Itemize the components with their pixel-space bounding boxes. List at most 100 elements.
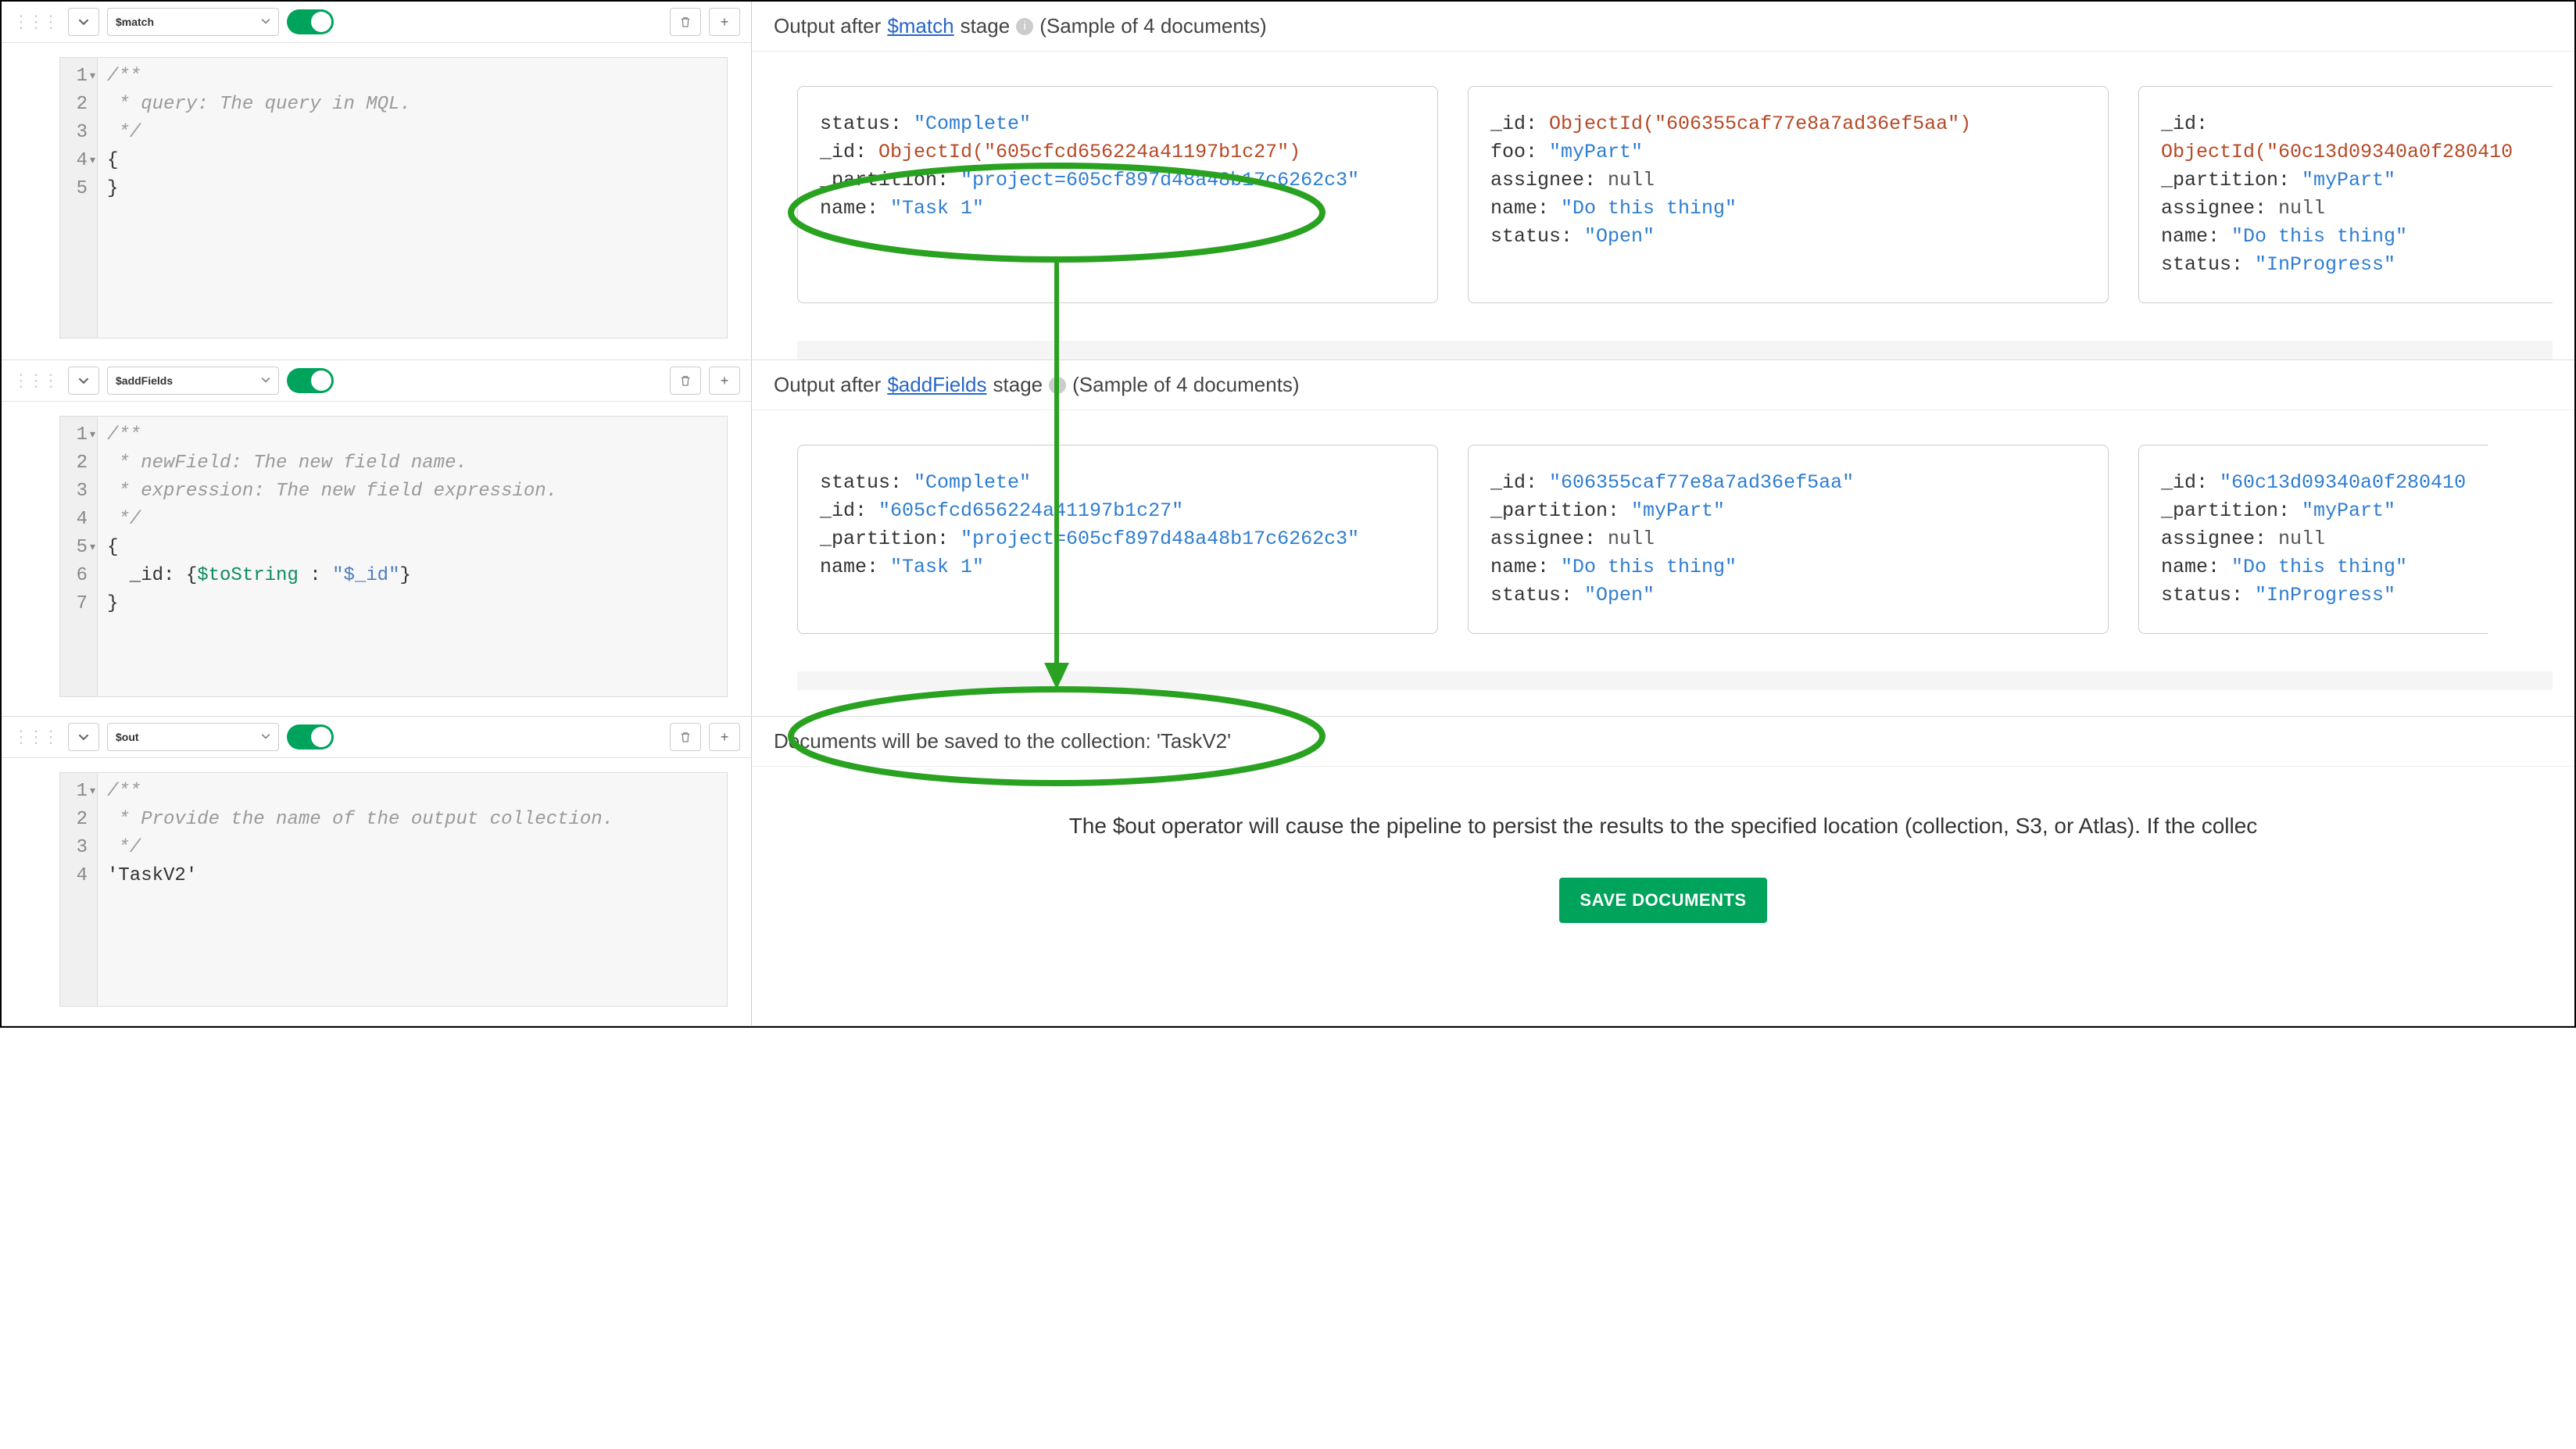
field-value: "project=605cf897d48a48b17c6262c3" — [961, 169, 1359, 191]
field-value: "myPart" — [2302, 499, 2395, 522]
field-value: ObjectId("606355caf77e8a7ad36ef5aa") — [1549, 113, 1971, 135]
field-value: "605cfcd656224a41197b1c27" — [878, 499, 1183, 522]
document-card: _id: ObjectId("606355caf77e8a7ad36ef5aa"… — [1468, 86, 2109, 303]
field-key: _partition: — [2161, 169, 2302, 191]
field-key: name: — [2161, 225, 2231, 248]
field-value: "Complete" — [914, 113, 1031, 135]
stage-select-label: $out — [116, 731, 139, 743]
pipeline-stage: ⋮⋮⋮ $out +1234/** * Provide the name of th… — [2, 717, 2574, 1026]
code-editor[interactable]: 1234/** * Provide the name of the output… — [59, 772, 728, 1007]
caret-down-icon — [261, 374, 270, 387]
field-value: ObjectId("60c13d09340a0f280410 — [2161, 141, 2513, 163]
field-key: name: — [1490, 197, 1561, 220]
info-icon[interactable]: i — [1049, 377, 1066, 394]
line-gutter: 1234567 — [60, 417, 98, 696]
field-key: assignee: — [1490, 169, 1608, 191]
stage-right-panel: Documents will be saved to the collectio… — [752, 717, 2574, 1025]
stage-left-panel: ⋮⋮⋮ $addFields +1234567/** * newField: The… — [2, 360, 752, 716]
field-key: name: — [2161, 556, 2231, 578]
document-card: _id: "606355caf77e8a7ad36ef5aa" _partitio… — [1468, 445, 2109, 634]
code-body[interactable]: /** * newField: The new field name. * ex… — [98, 417, 727, 696]
sample-count: (Sample of 4 documents) — [1039, 14, 1266, 38]
field-value: "Open" — [1584, 584, 1655, 606]
output-header: Documents will be saved to the collectio… — [752, 717, 2574, 767]
field-key: name: — [1490, 556, 1561, 578]
code-body[interactable]: /** * Provide the name of the output col… — [98, 773, 727, 1006]
collapse-button[interactable] — [68, 367, 99, 395]
field-key: assignee: — [1490, 528, 1608, 550]
code-body[interactable]: /** * query: The query in MQL. */{} — [98, 58, 727, 338]
info-icon[interactable]: i — [1016, 18, 1033, 35]
field-key: status: — [820, 471, 914, 494]
caret-down-icon — [261, 731, 270, 743]
delete-stage-button[interactable] — [670, 367, 701, 395]
stage-select[interactable]: $addFields — [107, 367, 279, 395]
field-value: null — [2278, 528, 2325, 550]
field-value: null — [2278, 197, 2325, 220]
stage-select[interactable]: $out — [107, 723, 279, 751]
pipeline-stage: ⋮⋮⋮ $addFields +1234567/** * newField: The… — [2, 360, 2574, 717]
field-value: "myPart" — [2302, 169, 2395, 191]
stage-select[interactable]: $match — [107, 8, 279, 36]
code-editor[interactable]: 12345/** * query: The query in MQL. */{} — [59, 57, 728, 338]
field-key: assignee: — [2161, 528, 2278, 550]
document-cards-row: status: "Complete"_id: "605cfcd656224a41… — [752, 410, 2574, 671]
field-value: null — [1608, 528, 1655, 550]
add-stage-button[interactable]: + — [709, 8, 740, 36]
field-value: null — [1608, 169, 1655, 191]
collapse-button[interactable] — [68, 8, 99, 36]
field-value: "60c13d09340a0f280410 — [2220, 471, 2466, 494]
line-gutter: 12345 — [60, 58, 98, 338]
stage-select-label: $match — [116, 16, 154, 28]
field-key: _id: — [820, 499, 878, 522]
field-key: _id: — [1490, 113, 1549, 135]
add-stage-button[interactable]: + — [709, 367, 740, 395]
field-value: "Open" — [1584, 225, 1655, 248]
document-card: _id: "60c13d09340a0f280410 _partition: "m… — [2138, 445, 2488, 634]
save-documents-button[interactable]: SAVE DOCUMENTS — [1559, 878, 1766, 923]
field-value: "Task 1" — [890, 197, 984, 220]
stage-enabled-toggle[interactable] — [287, 9, 334, 34]
field-key: _partition: — [1490, 499, 1631, 522]
field-key: _partition: — [2161, 499, 2302, 522]
field-value: "Do this thing" — [1561, 197, 1737, 220]
drag-handle-icon[interactable]: ⋮⋮⋮ — [13, 727, 60, 747]
code-editor[interactable]: 1234567/** * newField: The new field nam… — [59, 416, 728, 697]
pipeline-stage: ⋮⋮⋮ $match +12345/** * query: The query in… — [2, 2, 2574, 360]
field-value: "606355caf77e8a7ad36ef5aa" — [1549, 471, 1854, 494]
field-key: _id: — [1490, 471, 1549, 494]
out-description: The $out operator will cause the pipelin… — [1069, 814, 2258, 839]
field-value: "Do this thing" — [2231, 225, 2407, 248]
stage-enabled-toggle[interactable] — [287, 724, 334, 750]
document-card: status: "Complete"_id: "605cfcd656224a41… — [797, 445, 1438, 634]
document-card: _id: ObjectId("60c13d09340a0f280410_part… — [2138, 86, 2553, 303]
stage-docs-link[interactable]: $addFields — [887, 373, 986, 397]
stage-right-panel: Output after $match stagei (Sample of 4 … — [752, 2, 2574, 360]
field-key: foo: — [1490, 141, 1549, 163]
field-key: name: — [820, 197, 890, 220]
field-key: name: — [820, 556, 890, 578]
stage-right-panel: Output after $addFields stagei (Sample o… — [752, 360, 2574, 716]
stage-left-panel: ⋮⋮⋮ $out +1234/** * Provide the name of th… — [2, 717, 752, 1025]
field-value: "InProgress" — [2255, 253, 2395, 276]
stage-docs-link[interactable]: $match — [887, 14, 953, 38]
drag-handle-icon[interactable]: ⋮⋮⋮ — [13, 370, 60, 391]
delete-stage-button[interactable] — [670, 723, 701, 751]
field-key: assignee: — [2161, 197, 2278, 220]
delete-stage-button[interactable] — [670, 8, 701, 36]
field-key: status: — [1490, 584, 1584, 606]
drag-handle-icon[interactable]: ⋮⋮⋮ — [13, 12, 60, 32]
document-cards-row: status: "Complete"_id: ObjectId("605cfcd… — [752, 52, 2574, 341]
stage-left-panel: ⋮⋮⋮ $match +12345/** * query: The query in… — [2, 2, 752, 360]
stage-select-label: $addFields — [116, 374, 173, 387]
document-card: status: "Complete"_id: ObjectId("605cfcd… — [797, 86, 1438, 303]
field-value: "Do this thing" — [1561, 556, 1737, 578]
field-key: status: — [820, 113, 914, 135]
field-key: _id: — [820, 141, 878, 163]
field-value: "myPart" — [1631, 499, 1725, 522]
collapse-button[interactable] — [68, 723, 99, 751]
stage-enabled-toggle[interactable] — [287, 368, 334, 393]
line-gutter: 1234 — [60, 773, 98, 1006]
field-key: _id: — [2161, 471, 2220, 494]
add-stage-button[interactable]: + — [709, 723, 740, 751]
